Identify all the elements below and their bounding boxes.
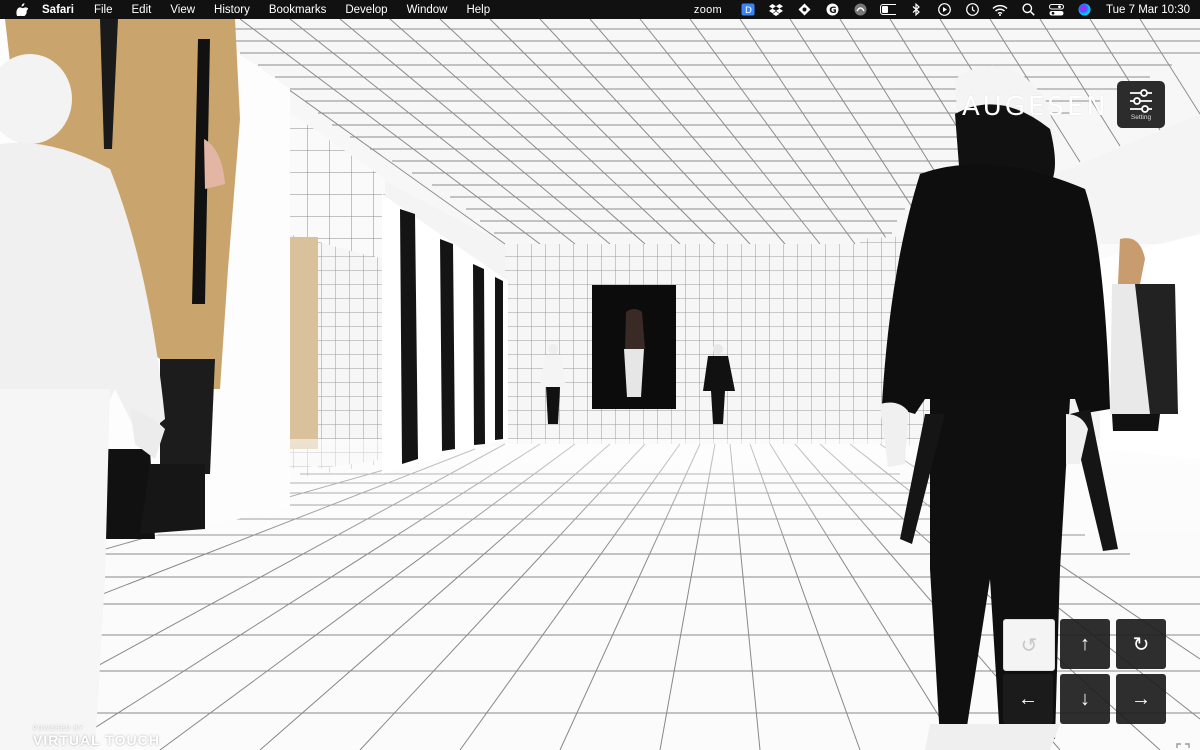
virtual-showroom-viewport[interactable]: AUGESEN Setting ↺ ↑ ↻ ← ↓ → POWERED BY V… (0, 19, 1200, 750)
rotate-right-button[interactable]: ↻ (1116, 619, 1166, 669)
arrow-up-icon: ↑ (1080, 632, 1090, 655)
arrow-down-icon: ↓ (1080, 687, 1090, 710)
menu-help[interactable]: Help (466, 4, 490, 16)
rotate-left-icon: ↺ (1020, 634, 1038, 657)
svg-text:G: G (829, 6, 836, 16)
arrow-right-icon: → (1131, 687, 1151, 710)
setting-button[interactable]: Setting (1117, 81, 1165, 128)
battery-icon[interactable] (880, 3, 897, 16)
svg-text:D: D (745, 6, 752, 16)
move-left-button[interactable]: ← (1003, 674, 1053, 724)
sliders-icon (1130, 88, 1152, 113)
rotate-left-button[interactable]: ↺ (1003, 619, 1055, 671)
brand-logo: AUGESEN (962, 92, 1109, 122)
menu-history[interactable]: History (214, 4, 250, 16)
extension-icon[interactable] (796, 3, 812, 16)
fullscreen-icon[interactable] (1176, 743, 1190, 750)
zoom-status-item[interactable]: zoom (694, 4, 722, 16)
setting-label: Setting (1130, 113, 1152, 121)
menu-app-safari[interactable]: Safari (42, 4, 74, 16)
bluetooth-icon[interactable] (908, 3, 924, 16)
right-photo-panel (1100, 234, 1200, 459)
powered-by-credit: POWERED BY VIRTUAL TOUCH (33, 726, 160, 748)
vpn-icon[interactable] (852, 3, 868, 16)
menu-bar: Safari File Edit View History Bookmarks … (0, 0, 1200, 19)
menu-edit[interactable]: Edit (132, 4, 152, 16)
arrow-left-icon: ← (1018, 687, 1038, 710)
dropbox-icon[interactable] (768, 3, 784, 16)
menu-bookmarks[interactable]: Bookmarks (269, 4, 327, 16)
move-forward-button[interactable]: ↑ (1060, 619, 1110, 669)
wooden-panel (290, 237, 318, 449)
menu-file[interactable]: File (94, 4, 113, 16)
menu-develop[interactable]: Develop (345, 4, 387, 16)
time-machine-icon[interactable] (964, 3, 980, 16)
apple-menu-icon[interactable] (16, 3, 28, 16)
wifi-icon[interactable] (992, 3, 1008, 16)
back-wall-poster (592, 285, 676, 409)
menu-window[interactable]: Window (407, 4, 448, 16)
siri-icon[interactable] (1076, 3, 1092, 16)
rotate-right-icon: ↻ (1132, 633, 1150, 656)
grammarly-icon[interactable]: G (824, 3, 840, 16)
search-icon[interactable] (1020, 3, 1036, 16)
dictionary-icon[interactable]: D (740, 3, 756, 16)
menu-clock[interactable]: Tue 7 Mar 10:30 (1106, 4, 1190, 16)
play-icon[interactable] (936, 3, 952, 16)
menu-view[interactable]: View (170, 4, 195, 16)
move-right-button[interactable]: → (1116, 674, 1166, 724)
control-center-icon[interactable] (1048, 3, 1064, 16)
move-backward-button[interactable]: ↓ (1060, 674, 1110, 724)
vendor-name: VIRTUAL TOUCH (33, 732, 160, 748)
